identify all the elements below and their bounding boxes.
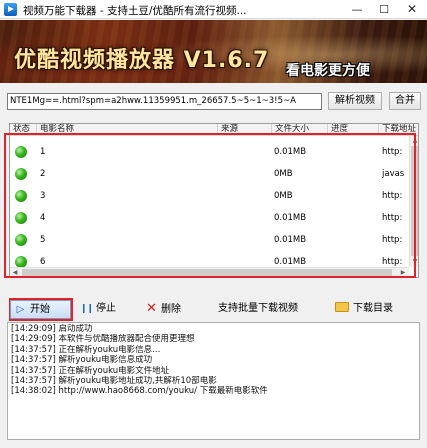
status-ok-icon [15,256,27,267]
stop-button[interactable]: ❙❙ 停止 [80,300,116,318]
row-size: 0.01MB [274,147,307,157]
log-line: [14:29:09] 启动成功 [11,324,93,334]
log-line: [14:37:57] 正在解析youku电影信息... [11,344,161,355]
banner: 优酷视频播放器 V1.6.7 看电影更方便 [0,20,427,83]
table-vertical-scrollbar[interactable]: ▲ ▼ [409,136,418,267]
folder-icon [335,302,349,312]
scroll-right-arrow-icon[interactable]: ▶ [398,268,408,277]
row-url: http: [382,191,403,201]
log-line: [14:38:02] http://www.hao8668.com/youku/… [11,386,268,397]
url-input[interactable]: NTE1Mg==.html?spm=a2hww.11359951.m_26657… [7,93,322,110]
maximize-button[interactable]: ☐ [370,0,398,19]
table-header: 状态 电影名称 来源 文件大小 进度 下载地址 [10,124,418,136]
table-row[interactable]: 5 0.01MB http: [10,229,410,251]
row-number: 6 [40,257,46,267]
column-header-url[interactable]: 下载地址 [379,124,418,136]
banner-slogan: 看电影更方便 [286,63,370,79]
status-ok-icon [15,190,27,202]
row-number: 5 [40,235,46,245]
log-panel[interactable]: [14:29:09] 启动成功 [14:29:09] 本软件与优酷播放器配合使用… [7,322,420,440]
row-number: 1 [40,147,46,157]
column-header-progress[interactable]: 进度 [328,124,379,136]
row-url: javas [382,169,405,179]
status-ok-icon [15,168,27,180]
row-url: http: [382,147,403,157]
row-size: 0.01MB [274,235,307,245]
app-icon [4,3,17,16]
horizontal-scroll-thumb[interactable] [22,269,392,276]
table-row[interactable]: 6 0.01MB http: [10,251,410,267]
delete-button[interactable]: ✕ 删除 [145,300,181,318]
row-url: http: [382,257,403,267]
table-row[interactable]: 3 0MB http: [10,185,410,207]
row-number: 2 [40,169,46,179]
banner-title: 优酷视频播放器 V1.6.7 [14,48,270,73]
log-line: [14:37:57] 解析youku电影地址成功,共解析10部电影 [11,376,217,387]
start-button[interactable]: ▷ 开始 [10,300,71,319]
close-button[interactable]: ✕ [398,0,426,19]
status-ok-icon [15,234,27,246]
start-label: 开始 [30,304,50,315]
row-url: http: [382,213,403,223]
delete-label: 删除 [161,304,181,315]
parse-video-button[interactable]: 解析视频 [328,92,382,110]
status-ok-icon [15,212,27,224]
pause-icon: ❙❙ [80,304,94,314]
table-row[interactable]: 1 0.01MB http: [10,141,410,163]
column-header-name[interactable]: 电影名称 [37,124,218,136]
batch-download-button[interactable]: 支持批量下载视频 [218,300,298,318]
scroll-left-arrow-icon[interactable]: ◀ [10,268,20,277]
status-ok-icon [15,146,27,158]
log-line: [14:29:09] 本软件与优酷播放器配合使用更理想 [11,334,195,345]
window-title: 视频万能下载器 - 支持土豆/优酷所有流行视频... [23,5,247,17]
title-bar: 视频万能下载器 - 支持土豆/优酷所有流行视频... — ☐ ✕ [0,0,427,19]
download-dir-label: 下载目录 [353,303,393,314]
row-size: 0MB [274,191,293,201]
row-size: 0.01MB [274,257,307,267]
toolbar: ▷ 开始 ❙❙ 停止 ✕ 删除 支持批量下载视频 下载目录 [0,299,427,319]
merge-button[interactable]: 合并 [389,92,421,110]
scroll-up-arrow-icon[interactable]: ▲ [410,136,418,146]
table-horizontal-scrollbar[interactable]: ◀ ▶ [10,267,409,277]
delete-icon: ✕ [146,301,157,316]
column-header-size[interactable]: 文件大小 [272,124,328,136]
scroll-down-arrow-icon[interactable]: ▼ [410,257,418,267]
row-url: http: [382,235,403,245]
column-header-source[interactable]: 来源 [218,124,272,136]
download-directory-button[interactable]: 下载目录 [335,300,393,318]
stop-label: 停止 [96,303,116,314]
row-number: 4 [40,213,46,223]
row-number: 3 [40,191,46,201]
vertical-scroll-thumb[interactable] [411,146,418,256]
row-size: 0.01MB [274,213,307,223]
table-row[interactable]: 4 0.01MB http: [10,207,410,229]
log-line: [14:37:57] 正在解析youku电影文件地址 [11,365,170,376]
play-icon: ▷ [16,304,25,315]
table-row[interactable]: 2 0MB javas [10,163,410,185]
minimize-button[interactable]: — [343,0,371,19]
video-table[interactable]: 状态 电影名称 来源 文件大小 进度 下载地址 1 0.01MB http: 2… [9,123,419,278]
log-line: [14:37:57] 解析youku电影信息成功 [11,355,153,366]
row-size: 0MB [274,169,293,179]
column-header-status[interactable]: 状态 [10,124,37,136]
